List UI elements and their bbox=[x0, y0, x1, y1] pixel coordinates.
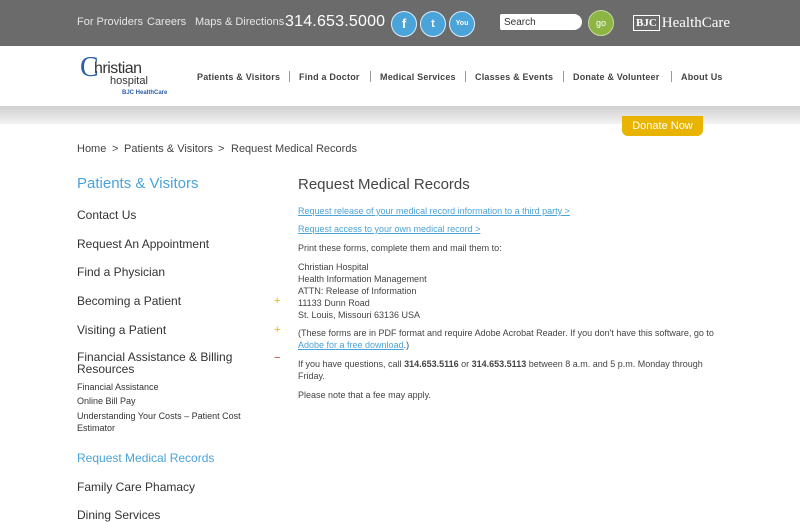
nav-divider bbox=[563, 71, 564, 82]
phone-number-2: 314.653.5113 bbox=[471, 359, 527, 369]
own-record-access-link[interactable]: Request access to your own medical recor… bbox=[298, 224, 480, 234]
breadcrumb-separator: > bbox=[112, 143, 119, 155]
sidebar-item-visiting-patient[interactable]: Visiting a Patient bbox=[77, 323, 166, 337]
main-phone: 314.653.5000 bbox=[285, 13, 386, 30]
nav-divider bbox=[465, 71, 466, 82]
breadcrumb-patients-visitors[interactable]: Patients & Visitors bbox=[124, 143, 213, 155]
address-line: 11133 Dunn Road bbox=[298, 298, 370, 308]
expand-icon[interactable]: + bbox=[274, 295, 280, 307]
sidebar-subitem-financial-assistance[interactable]: Financial Assistance bbox=[77, 381, 159, 393]
sidebar-item-contact-us[interactable]: Contact Us bbox=[77, 208, 136, 222]
third-party-release-link[interactable]: Request release of your medical record i… bbox=[298, 206, 570, 216]
sidebar-subitem-online-bill-pay[interactable]: Online Bill Pay bbox=[77, 395, 136, 407]
nav-divider bbox=[671, 71, 672, 82]
breadcrumb-separator: > bbox=[218, 143, 225, 155]
sidebar-item-request-medical-records[interactable]: Request Medical Records bbox=[77, 451, 214, 465]
logo-line2: hospital bbox=[110, 75, 148, 87]
twitter-icon[interactable]: t bbox=[420, 11, 446, 37]
facebook-icon[interactable]: f bbox=[391, 11, 417, 37]
pdf-note-text: (These forms are in PDF format and requi… bbox=[298, 328, 714, 338]
donate-now-button[interactable]: Donate Now bbox=[622, 116, 703, 136]
bjc-logo[interactable]: BJC HealthCare bbox=[633, 14, 730, 32]
questions-text: If you have questions, call 314.653.5116… bbox=[298, 358, 708, 382]
address-line: Christian Hospital bbox=[298, 262, 369, 272]
fee-note: Please note that a fee may apply. bbox=[298, 390, 431, 400]
nav-medical-services[interactable]: Medical Services bbox=[380, 72, 456, 82]
nav-about-us[interactable]: About Us bbox=[681, 72, 723, 82]
breadcrumb-current: Request Medical Records bbox=[231, 143, 357, 155]
christian-hospital-logo[interactable]: C hristian hospital BJC HealthCare bbox=[80, 52, 170, 100]
bjc-logo-box: BJC bbox=[633, 15, 660, 31]
address-line: Health Information Management bbox=[298, 274, 427, 284]
questions-mid: or bbox=[458, 359, 472, 369]
sidebar-item-dining-services[interactable]: Dining Services bbox=[77, 508, 160, 522]
nav-donate-volunteer[interactable]: Donate & Volunteer bbox=[573, 72, 659, 82]
nav-classes-events[interactable]: Classes & Events bbox=[475, 72, 553, 82]
pdf-note: (These forms are in PDF format and requi… bbox=[298, 327, 728, 351]
search-input[interactable]: Search bbox=[500, 14, 582, 30]
sidebar-item-find-physician[interactable]: Find a Physician bbox=[77, 265, 165, 279]
logo-line3: BJC HealthCare bbox=[122, 90, 168, 96]
nav-find-doctor[interactable]: Find a Doctor bbox=[299, 72, 360, 82]
sidebar-item-becoming-patient[interactable]: Becoming a Patient bbox=[77, 294, 181, 308]
maps-directions-link[interactable]: Maps & Directions bbox=[195, 16, 284, 28]
phone-number-1: 314.653.5116 bbox=[404, 359, 459, 369]
sidebar-item-financial-assistance[interactable]: Financial Assistance & Billing Resources bbox=[77, 351, 257, 375]
youtube-icon[interactable]: You bbox=[449, 11, 475, 37]
nav-divider bbox=[370, 71, 371, 82]
page-title: Request Medical Records bbox=[298, 176, 470, 193]
questions-pre: If you have questions, call bbox=[298, 359, 405, 369]
nav-divider bbox=[289, 71, 290, 82]
sidebar-item-request-appointment[interactable]: Request An Appointment bbox=[77, 237, 209, 251]
breadcrumb-home[interactable]: Home bbox=[77, 143, 106, 155]
go-button[interactable]: go bbox=[588, 10, 614, 36]
mailing-address: Christian Hospital Health Information Ma… bbox=[298, 261, 427, 321]
expand-icon[interactable]: + bbox=[274, 324, 280, 336]
careers-link[interactable]: Careers bbox=[147, 16, 186, 28]
sidebar-item-family-care-pharmacy[interactable]: Family Care Phamacy bbox=[77, 480, 195, 494]
pdf-note-end: .) bbox=[403, 340, 410, 350]
collapse-icon[interactable]: − bbox=[274, 352, 280, 364]
address-line: ATTN: Release of Information bbox=[298, 286, 417, 296]
intro-text: Print these forms, complete them and mai… bbox=[298, 243, 502, 253]
address-line: St. Louis, Missouri 63136 USA bbox=[298, 310, 421, 320]
for-providers-link[interactable]: For Providers bbox=[77, 16, 143, 28]
bjc-logo-text: HealthCare bbox=[661, 14, 731, 31]
adobe-download-link[interactable]: Adobe for a free download bbox=[298, 340, 404, 350]
sidebar-subitem-cost-estimator[interactable]: Understanding Your Costs – Patient Cost … bbox=[77, 410, 267, 434]
nav-patients-visitors[interactable]: Patients & Visitors bbox=[197, 72, 280, 82]
sidebar-title[interactable]: Patients & Visitors bbox=[77, 175, 198, 192]
